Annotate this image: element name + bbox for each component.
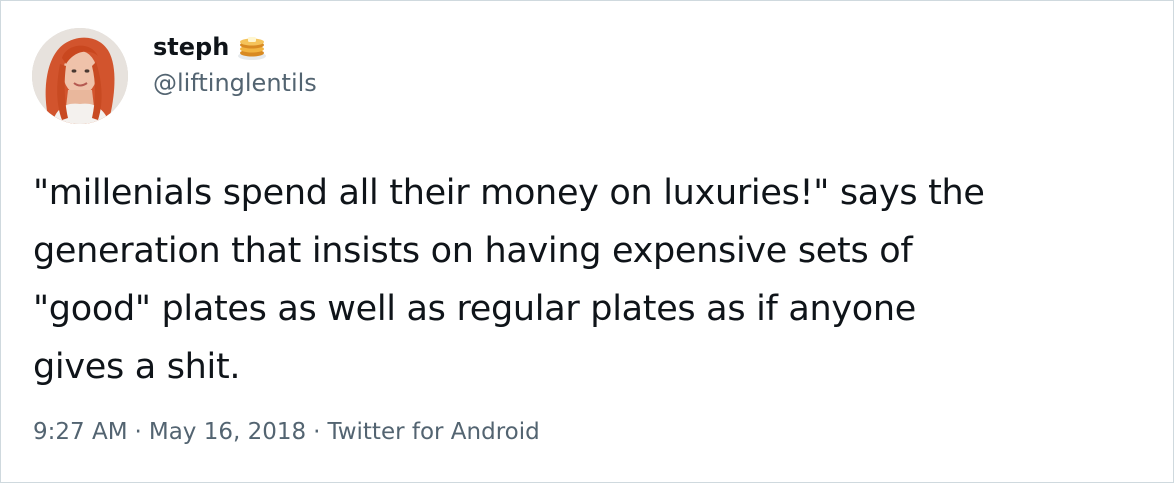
tweet-date[interactable]: May 16, 2018 — [149, 419, 306, 445]
name-row: steph — [153, 30, 317, 64]
pancakes-emoji-icon — [237, 33, 267, 61]
tweet-text: "millenials spend all their money on lux… — [33, 173, 985, 387]
avatar[interactable] — [32, 28, 128, 124]
display-name[interactable]: steph — [153, 30, 229, 64]
avatar-image — [32, 28, 128, 124]
tweet-card: steph @liftinglentils "millenials spend … — [0, 0, 1174, 483]
user-handle[interactable]: @liftinglentils — [153, 66, 317, 100]
meta-separator: · — [313, 419, 321, 445]
tweet-time[interactable]: 9:27 AM — [33, 419, 128, 445]
meta-separator: · — [134, 419, 142, 445]
tweet-header: steph @liftinglentils — [32, 28, 317, 124]
tweet-meta: 9:27 AM · May 16, 2018 · Twitter for Android — [33, 415, 540, 449]
user-block: steph @liftinglentils — [153, 30, 317, 100]
tweet-source[interactable]: Twitter for Android — [327, 419, 539, 445]
